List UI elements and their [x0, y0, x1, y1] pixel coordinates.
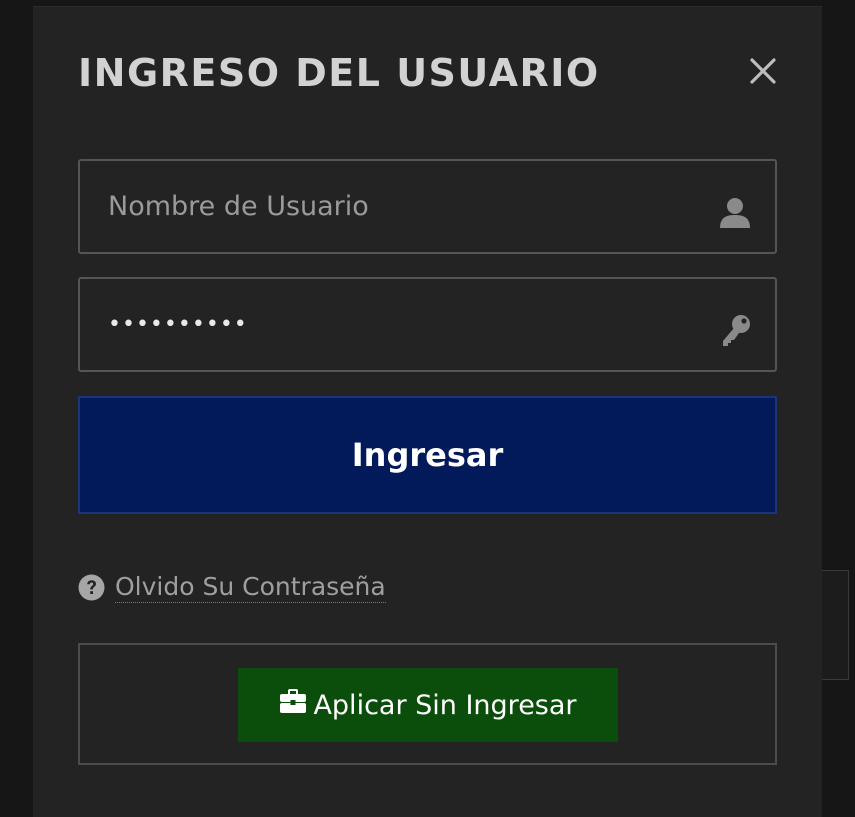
background-panel-edge: [820, 570, 849, 680]
user-icon: [717, 195, 753, 231]
password-field: [78, 277, 777, 372]
forgot-password-link[interactable]: Olvido Su Contraseña: [115, 572, 386, 603]
password-input[interactable]: [80, 279, 775, 370]
key-icon: [717, 313, 753, 349]
modal-title: INGRESO DEL USUARIO: [78, 51, 600, 95]
login-modal: INGRESO DEL USUARIO Ingresar: [33, 6, 822, 817]
forgot-password-row: Olvido Su Contraseña: [78, 569, 386, 605]
username-field: [78, 159, 777, 254]
apply-without-login-label: Aplicar Sin Ingresar: [313, 689, 577, 721]
close-icon[interactable]: [743, 51, 783, 91]
apply-without-login-button[interactable]: Aplicar Sin Ingresar: [238, 668, 618, 742]
username-input[interactable]: [80, 161, 775, 252]
briefcase-icon: [279, 688, 307, 714]
login-button[interactable]: Ingresar: [78, 396, 777, 514]
question-circle-icon: [78, 574, 105, 601]
apply-section: Aplicar Sin Ingresar: [78, 643, 777, 765]
